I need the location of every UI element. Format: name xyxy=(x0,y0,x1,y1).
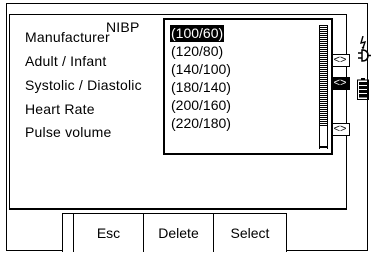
esc-button[interactable]: Esc xyxy=(73,214,143,252)
pulse-volume-selector-button[interactable]: <> xyxy=(330,123,350,136)
systolic-diastolic-dropdown[interactable]: (100/60) (120/80) (140/100) (180/140) (2… xyxy=(163,18,333,155)
battery-icon xyxy=(357,78,369,100)
field-label-manufacturer: Manufacturer xyxy=(25,29,110,45)
nibp-panel: NIBP Manufacturer Adult / Infant Systoli… xyxy=(9,14,350,210)
dropdown-scrollbar[interactable] xyxy=(319,25,328,149)
plug-icon xyxy=(358,36,371,62)
delete-button[interactable]: Delete xyxy=(143,214,213,252)
systolic-diastolic-selector-button[interactable]: <> xyxy=(330,77,350,90)
panel-title: NIBP xyxy=(105,19,141,35)
dropdown-option-selected[interactable]: (100/60) xyxy=(170,25,225,42)
adult-infant-selector-button[interactable]: <> xyxy=(330,54,350,67)
field-label-systolic-diastolic: Systolic / Diastolic xyxy=(25,77,142,93)
dropdown-option[interactable]: (140/100) xyxy=(170,61,232,78)
dropdown-option[interactable]: (120/80) xyxy=(170,43,224,60)
select-button[interactable]: Select xyxy=(213,214,287,252)
softkey-blank[interactable] xyxy=(62,214,73,252)
dropdown-option[interactable]: (220/180) xyxy=(170,115,232,132)
dropdown-option[interactable]: (180/140) xyxy=(170,79,232,96)
scrollbar-thumb[interactable] xyxy=(320,125,327,147)
field-label-adult-infant: Adult / Infant xyxy=(25,53,107,69)
dropdown-option[interactable]: (200/160) xyxy=(170,97,232,114)
device-screen: NIBP Manufacturer Adult / Infant Systoli… xyxy=(0,0,379,255)
field-label-heart-rate: Heart Rate xyxy=(25,101,95,117)
softkey-bar: Esc Delete Select xyxy=(62,213,287,252)
field-label-pulse-volume: Pulse volume xyxy=(25,124,112,140)
